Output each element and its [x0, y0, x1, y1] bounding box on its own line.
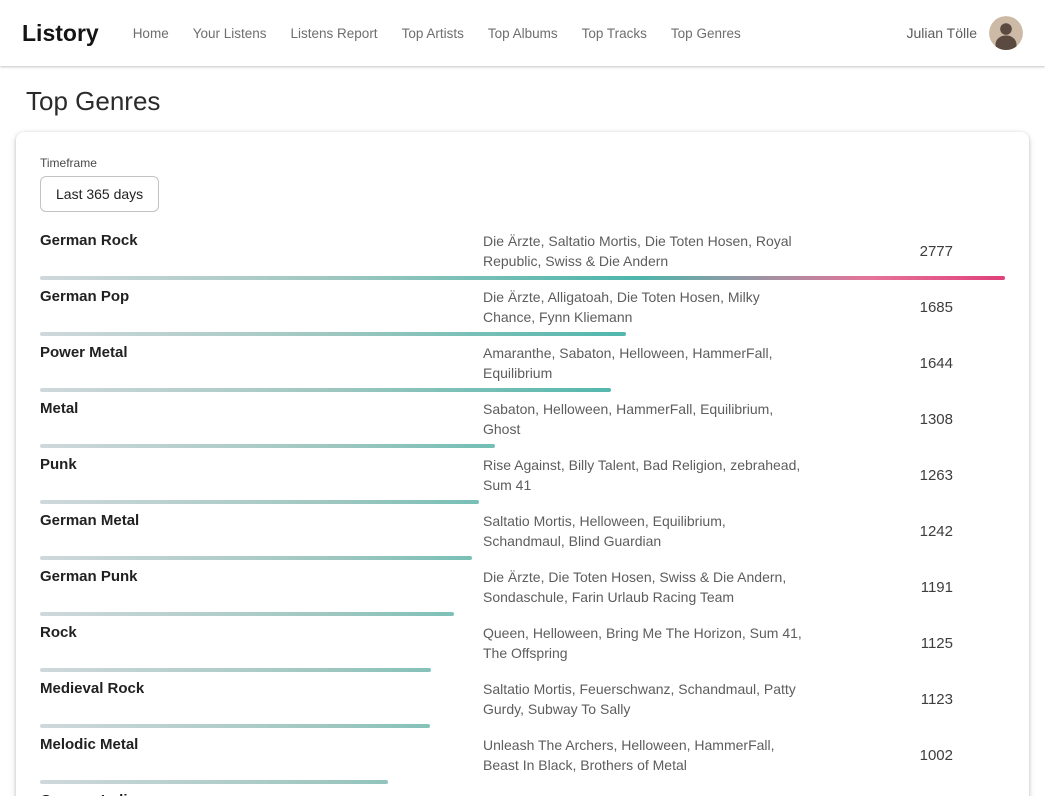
genre-name: German Pop [40, 287, 483, 327]
genre-row: Rock Queen, Helloween, Bring Me The Hori… [40, 616, 1005, 672]
genre-bar-fill [40, 556, 472, 560]
app-logo[interactable]: Listory [22, 20, 99, 47]
genre-bar-fill [40, 780, 388, 784]
genre-bar-fill [40, 388, 611, 392]
genre-row: Power Metal Amaranthe, Sabaton, Hellowee… [40, 336, 1005, 392]
nav-link-your-listens[interactable]: Your Listens [193, 26, 267, 41]
genre-artists: Saltatio Mortis, Feuerschwanz, Schandmau… [483, 679, 805, 719]
genre-name: Punk [40, 455, 483, 495]
nav-link-top-tracks[interactable]: Top Tracks [582, 26, 647, 41]
genre-count: 1263 [805, 467, 1005, 484]
genre-artists: Die Ärzte, Alligatoah, Die Toten Hosen, … [483, 287, 805, 327]
timeframe-label: Timeframe [40, 156, 1005, 170]
genre-artists: Bukahara, Käptn Peng, KYTES, Von Wegen L… [483, 791, 805, 796]
genre-name: German Metal [40, 511, 483, 551]
genre-artists: Rise Against, Billy Talent, Bad Religion… [483, 455, 805, 495]
genre-row: Punk Rise Against, Billy Talent, Bad Rel… [40, 448, 1005, 504]
genre-count: 1242 [805, 523, 1005, 540]
nav-links: Home Your Listens Listens Report Top Artist… [133, 26, 741, 41]
genre-count: 1685 [805, 299, 1005, 316]
genre-row: German Pop Die Ärzte, Alligatoah, Die To… [40, 280, 1005, 336]
genre-bar-track [40, 444, 1005, 448]
genre-bar-track [40, 276, 1005, 280]
genre-table: German Rock Die Ärzte, Saltatio Mortis, … [40, 224, 1005, 796]
genre-name: German Rock [40, 231, 483, 271]
genre-bar-track [40, 332, 1005, 336]
genre-bar-track [40, 724, 1005, 728]
genre-artists: Amaranthe, Sabaton, Helloween, HammerFal… [483, 343, 805, 383]
genre-bar-fill [40, 612, 454, 616]
genre-count: 2777 [805, 243, 1005, 260]
genre-artists: Die Ärzte, Die Toten Hosen, Swiss & Die … [483, 567, 805, 607]
timeframe-select[interactable]: Last 365 days [40, 176, 159, 212]
genre-row: German Metal Saltatio Mortis, Helloween,… [40, 504, 1005, 560]
user-menu[interactable]: Julian Tölle [906, 16, 1023, 50]
genre-name: Melodic Metal [40, 735, 483, 775]
genre-artists: Unleash The Archers, Helloween, HammerFa… [483, 735, 805, 775]
genre-count: 1125 [805, 635, 1005, 652]
genre-name: Power Metal [40, 343, 483, 383]
user-name: Julian Tölle [906, 25, 977, 41]
genre-bar-fill [40, 332, 626, 336]
genre-count: 1002 [805, 747, 1005, 764]
genre-row: Melodic Metal Unleash The Archers, Hello… [40, 728, 1005, 784]
genre-count: 1123 [805, 691, 1005, 708]
nav-link-home[interactable]: Home [133, 26, 169, 41]
genre-artists: Queen, Helloween, Bring Me The Horizon, … [483, 623, 805, 663]
navbar: Listory Home Your Listens Listens Report To… [0, 0, 1045, 66]
genre-bar-track [40, 612, 1005, 616]
genre-bar-track [40, 556, 1005, 560]
genre-name: Rock [40, 623, 483, 663]
genre-artists: Die Ärzte, Saltatio Mortis, Die Toten Ho… [483, 231, 805, 271]
top-genres-card: Timeframe Last 365 days German Rock Die … [16, 132, 1029, 796]
genre-artists: Saltatio Mortis, Helloween, Equilibrium,… [483, 511, 805, 551]
genre-row: Metal Sabaton, Helloween, HammerFall, Eq… [40, 392, 1005, 448]
genre-bar-track [40, 668, 1005, 672]
genre-count: 1644 [805, 355, 1005, 372]
genre-bar-fill [40, 724, 430, 728]
avatar[interactable] [989, 16, 1023, 50]
nav-link-top-artists[interactable]: Top Artists [402, 26, 464, 41]
genre-name: German Punk [40, 567, 483, 607]
genre-row: German Rock Die Ärzte, Saltatio Mortis, … [40, 224, 1005, 280]
genre-row: German Indie Bukahara, Käptn Peng, KYTES… [40, 784, 1005, 796]
genre-artists: Sabaton, Helloween, HammerFall, Equilibr… [483, 399, 805, 439]
genre-bar-track [40, 388, 1005, 392]
genre-name: Medieval Rock [40, 679, 483, 719]
genre-name: German Indie [40, 791, 483, 796]
nav-link-top-albums[interactable]: Top Albums [488, 26, 558, 41]
genre-row: Medieval Rock Saltatio Mortis, Feuerschw… [40, 672, 1005, 728]
genre-bar-fill [40, 276, 1005, 280]
genre-bar-track [40, 500, 1005, 504]
genre-row: German Punk Die Ärzte, Die Toten Hosen, … [40, 560, 1005, 616]
nav-link-top-genres[interactable]: Top Genres [671, 26, 741, 41]
page-title: Top Genres [26, 86, 1045, 117]
nav-link-listens-report[interactable]: Listens Report [291, 26, 378, 41]
genre-count: 1191 [805, 579, 1005, 596]
genre-bar-track [40, 780, 1005, 784]
genre-bar-fill [40, 668, 431, 672]
genre-bar-fill [40, 500, 479, 504]
genre-name: Metal [40, 399, 483, 439]
genre-count: 1308 [805, 411, 1005, 428]
genre-bar-fill [40, 444, 495, 448]
